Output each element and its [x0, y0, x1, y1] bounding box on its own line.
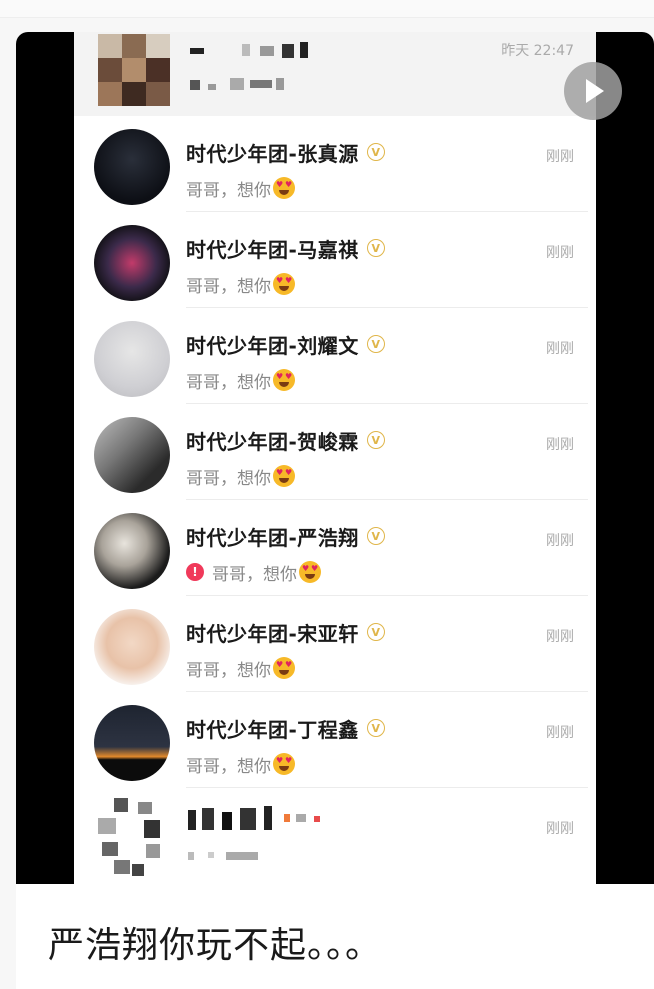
- chat-time: 刚刚: [546, 821, 574, 837]
- verified-badge-icon: V: [366, 335, 385, 353]
- avatar[interactable]: [94, 609, 170, 685]
- pixelated-message: [190, 76, 310, 92]
- pixelated-message: [188, 850, 268, 862]
- chat-time: 刚刚: [546, 245, 574, 261]
- message-line: 哥哥，想你 ♥ ♥: [186, 368, 295, 393]
- name-line: 时代少年团-宋亚轩 V: [186, 618, 385, 646]
- play-icon[interactable]: [564, 62, 622, 120]
- message-line: 哥哥，想你 ♥ ♥: [186, 464, 295, 489]
- heart-eyes-emoji-icon: ♥ ♥: [273, 273, 295, 295]
- caption-text: 严浩翔你玩不起。。。: [48, 925, 383, 966]
- chat-time: 昨天 22:47: [501, 43, 574, 59]
- chat-row-pixelated-bottom: 刚刚: [74, 788, 596, 884]
- verified-badge-icon: V: [366, 143, 385, 161]
- verified-badge-icon: V: [366, 623, 385, 641]
- pixelated-name: [190, 42, 330, 60]
- heart-eyes-emoji-icon: ♥ ♥: [273, 177, 295, 199]
- last-message: 哥哥，想你: [186, 468, 271, 489]
- heart-eyes-emoji-icon: ♥ ♥: [273, 657, 295, 679]
- name-line: 时代少年团-贺峻霖 V: [186, 426, 385, 454]
- chat-row[interactable]: 时代少年团-严浩翔 V! 哥哥，想你 ♥ ♥ 刚刚: [74, 500, 596, 596]
- chat-name: 时代少年团-严浩翔: [186, 525, 359, 550]
- verified-badge-icon: V: [366, 527, 385, 545]
- avatar[interactable]: [94, 129, 170, 205]
- message-line: ! 哥哥，想你 ♥ ♥: [186, 560, 321, 585]
- chat-row-pixelated-top: 昨天 22:47: [74, 32, 596, 116]
- verified-badge-icon: V: [366, 719, 385, 737]
- chat-name: 时代少年团-张真源: [186, 141, 359, 166]
- name-line: 时代少年团-严浩翔 V: [186, 522, 385, 550]
- post-caption: 严浩翔你玩不起。。。: [16, 884, 654, 989]
- chat-row[interactable]: 时代少年团-宋亚轩 V 哥哥，想你 ♥ ♥ 刚刚: [74, 596, 596, 692]
- last-message: 哥哥，想你: [186, 660, 271, 681]
- chat-name: 时代少年团-宋亚轩: [186, 621, 359, 646]
- post-container: 昨天 22:47 时代少年团-张真源 V 哥哥，想你 ♥ ♥ 刚刚 时代少年团-马嘉祺 V 哥哥…: [0, 0, 654, 989]
- avatar[interactable]: [94, 705, 170, 781]
- verified-badge-icon: V: [366, 239, 385, 257]
- heart-eyes-emoji-icon: ♥ ♥: [273, 369, 295, 391]
- top-strip: [0, 0, 654, 18]
- failed-send-icon[interactable]: !: [186, 563, 204, 581]
- chat-list-screenshot: 昨天 22:47 时代少年团-张真源 V 哥哥，想你 ♥ ♥ 刚刚 时代少年团-马嘉祺 V 哥哥…: [74, 32, 596, 884]
- verified-badge-icon: V: [366, 431, 385, 449]
- chat-name: 时代少年团-马嘉祺: [186, 237, 359, 262]
- avatar[interactable]: [94, 321, 170, 397]
- message-line: 哥哥，想你 ♥ ♥: [186, 656, 295, 681]
- chat-time: 刚刚: [546, 149, 574, 165]
- pixelated-avatar: [98, 798, 170, 878]
- chat-name: 时代少年团-刘耀文: [186, 333, 359, 358]
- name-line: 时代少年团-刘耀文 V: [186, 330, 385, 358]
- avatar[interactable]: [94, 225, 170, 301]
- avatar[interactable]: [94, 417, 170, 493]
- heart-eyes-emoji-icon: ♥ ♥: [273, 753, 295, 775]
- chat-time: 刚刚: [546, 341, 574, 357]
- chat-row[interactable]: 时代少年团-刘耀文 V 哥哥，想你 ♥ ♥ 刚刚: [74, 308, 596, 404]
- last-message: 哥哥，想你: [186, 276, 271, 297]
- pixelated-avatar: [98, 34, 170, 106]
- chat-time: 刚刚: [546, 629, 574, 645]
- chat-time: 刚刚: [546, 725, 574, 741]
- heart-eyes-emoji-icon: ♥ ♥: [273, 465, 295, 487]
- last-message: 哥哥，想你: [212, 564, 297, 585]
- avatar[interactable]: [94, 513, 170, 589]
- name-line: 时代少年团-丁程鑫 V: [186, 714, 385, 742]
- chat-time: 刚刚: [546, 437, 574, 453]
- pixelated-name: [188, 806, 348, 830]
- chat-name: 时代少年团-贺峻霖: [186, 429, 359, 454]
- last-message: 哥哥，想你: [186, 756, 271, 777]
- chat-row[interactable]: 时代少年团-贺峻霖 V 哥哥，想你 ♥ ♥ 刚刚: [74, 404, 596, 500]
- chat-row[interactable]: 时代少年团-丁程鑫 V 哥哥，想你 ♥ ♥ 刚刚: [74, 692, 596, 788]
- last-message: 哥哥，想你: [186, 372, 271, 393]
- last-message: 哥哥，想你: [186, 180, 271, 201]
- heart-eyes-emoji-icon: ♥ ♥: [299, 561, 321, 583]
- chat-name: 时代少年团-丁程鑫: [186, 717, 359, 742]
- message-line: 哥哥，想你 ♥ ♥: [186, 752, 295, 777]
- video-player[interactable]: 昨天 22:47 时代少年团-张真源 V 哥哥，想你 ♥ ♥ 刚刚 时代少年团-马嘉祺 V 哥哥…: [16, 32, 654, 884]
- chat-row[interactable]: 时代少年团-张真源 V 哥哥，想你 ♥ ♥ 刚刚: [74, 116, 596, 212]
- message-line: 哥哥，想你 ♥ ♥: [186, 176, 295, 201]
- message-line: 哥哥，想你 ♥ ♥: [186, 272, 295, 297]
- name-line: 时代少年团-张真源 V: [186, 138, 385, 166]
- chat-row[interactable]: 时代少年团-马嘉祺 V 哥哥，想你 ♥ ♥ 刚刚: [74, 212, 596, 308]
- name-line: 时代少年团-马嘉祺 V: [186, 234, 385, 262]
- chat-time: 刚刚: [546, 533, 574, 549]
